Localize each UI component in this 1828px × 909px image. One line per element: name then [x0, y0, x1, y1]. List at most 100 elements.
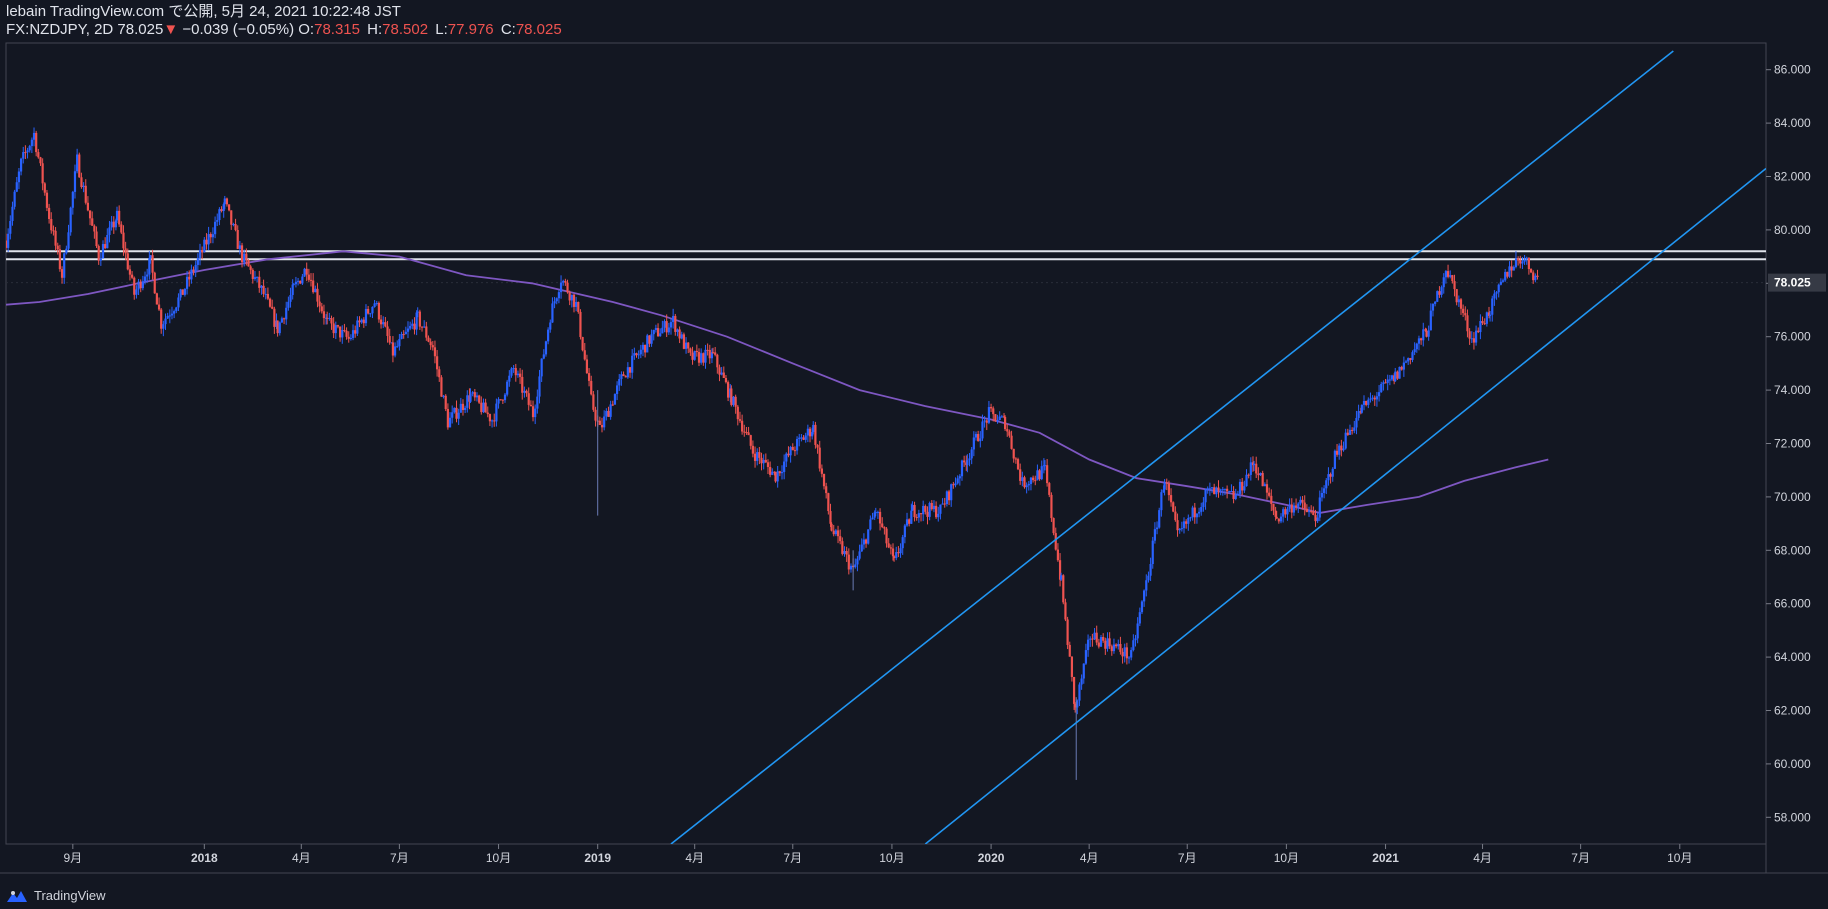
candle-down	[678, 329, 681, 339]
candle-up	[108, 227, 111, 235]
candle-up	[958, 476, 961, 479]
candle-down	[1268, 492, 1271, 496]
candle-down	[992, 408, 995, 415]
candle-down	[1070, 656, 1074, 677]
candle-up	[620, 374, 623, 380]
candle-down	[1468, 331, 1471, 339]
candle-up	[972, 437, 975, 450]
candle-down	[433, 347, 437, 357]
candle-up	[1189, 517, 1192, 519]
candle-up	[162, 324, 165, 329]
candle-up	[1402, 362, 1405, 370]
candle-up	[243, 253, 246, 263]
candle-down	[358, 320, 361, 323]
candle-up	[1316, 517, 1319, 522]
candle-up	[534, 408, 537, 418]
candle-down	[611, 404, 614, 406]
candle-down	[97, 246, 100, 261]
candle-down	[52, 230, 55, 232]
candle-up	[393, 346, 397, 356]
candle-up	[903, 525, 906, 538]
candle-up	[183, 288, 187, 295]
candle-down	[764, 459, 767, 463]
candle-up	[1178, 529, 1181, 531]
candle-up	[1158, 510, 1161, 528]
candle-up	[1021, 477, 1024, 481]
x-tick-label: 2019	[584, 851, 611, 865]
candle-up	[508, 375, 511, 382]
candle-down	[529, 404, 532, 407]
candle-down	[413, 323, 416, 330]
candle-up	[1025, 485, 1028, 488]
candle-up	[1123, 647, 1126, 657]
candle-down	[1529, 269, 1533, 273]
candle-up	[503, 394, 507, 401]
candle-down	[913, 504, 916, 518]
candle-up	[22, 152, 25, 159]
candle-up	[1145, 580, 1148, 591]
candle-up	[369, 313, 372, 315]
candle-down	[585, 359, 589, 374]
candle-up	[917, 513, 920, 518]
candle-down	[478, 395, 481, 403]
x-tick-label: 10月	[486, 851, 511, 865]
candle-down	[1536, 275, 1539, 277]
candle-down	[273, 308, 276, 327]
candle-down	[1464, 313, 1467, 316]
candle-up	[382, 322, 385, 325]
plot-area[interactable]	[5, 50, 1766, 844]
candle-up	[291, 284, 294, 295]
candle-up	[1360, 404, 1363, 413]
candle-down	[1270, 495, 1273, 504]
candle-down	[1446, 271, 1450, 277]
candle-down	[791, 446, 794, 451]
candle-down	[93, 225, 96, 232]
candle-down	[1119, 644, 1122, 652]
candle-down	[104, 244, 107, 249]
y-tick-label: 76.000	[1774, 330, 1811, 344]
candle-down	[674, 315, 677, 332]
candle-up	[1440, 287, 1443, 295]
x-tick-label: 9月	[63, 851, 82, 865]
candle-down	[778, 471, 781, 474]
candle-down	[963, 460, 966, 463]
candle-down	[1483, 323, 1486, 325]
candle-up	[495, 403, 498, 422]
candle-up	[65, 248, 68, 254]
candle-down	[816, 444, 819, 448]
candle-down	[577, 301, 580, 312]
candle-down	[908, 519, 911, 524]
candle-down	[484, 402, 487, 413]
candle-up	[196, 257, 199, 265]
candle-up	[1367, 399, 1370, 405]
candlestick-chart[interactable]: 58.000 60.000 62.000 64.000 66.000 68.000 70.0…	[0, 0, 1828, 909]
candle-up	[1230, 490, 1233, 492]
candle-down	[91, 218, 94, 226]
candle-down	[889, 547, 892, 549]
brand[interactable]: TradingView	[6, 888, 106, 903]
candle-down	[455, 407, 458, 419]
y-tick-label: 74.000	[1774, 383, 1811, 397]
candle-up	[732, 396, 735, 405]
candle-down	[1226, 488, 1229, 492]
candle-down	[730, 388, 733, 405]
candle-down	[236, 230, 239, 249]
candle-up	[497, 399, 500, 404]
candle-down	[249, 266, 252, 270]
candle-up	[650, 334, 653, 344]
candle-down	[697, 352, 701, 363]
candle-up	[804, 435, 807, 440]
candle-down	[330, 318, 333, 324]
candle-up	[1245, 474, 1248, 487]
candle-up	[536, 396, 539, 409]
candle-up	[1288, 504, 1291, 509]
candle-up	[1323, 488, 1326, 494]
candle-up	[1512, 266, 1515, 271]
candle-down	[60, 269, 64, 278]
candle-up	[806, 428, 809, 436]
candle-up	[1228, 491, 1231, 493]
candle-up	[996, 420, 999, 422]
candle-down	[309, 279, 313, 281]
candle-up	[1151, 540, 1154, 565]
candle-up	[459, 403, 462, 413]
